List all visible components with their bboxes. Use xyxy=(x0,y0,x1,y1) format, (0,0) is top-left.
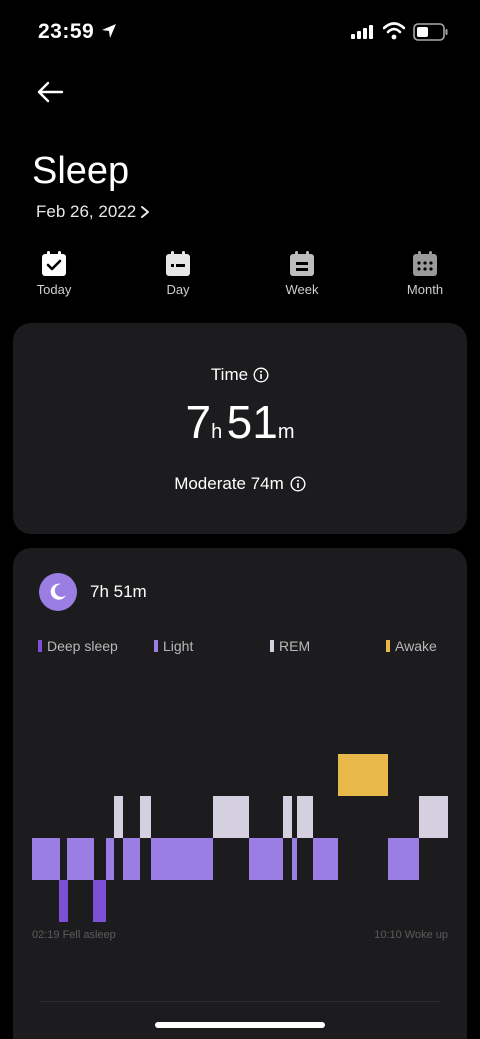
woke-up-label: 10:10 Woke up xyxy=(374,929,448,941)
status-bar: 23:59 xyxy=(0,0,480,64)
date-selector[interactable]: Feb 26, 2022 xyxy=(36,202,150,222)
total-sleep-duration: 7h 51m xyxy=(13,395,467,449)
battery-icon xyxy=(413,23,448,41)
time-heading: Time xyxy=(13,365,467,385)
light-segment xyxy=(249,838,283,880)
tab-today[interactable]: Today xyxy=(14,250,94,297)
light-segment xyxy=(123,838,140,880)
info-icon[interactable] xyxy=(290,476,306,492)
deep-segment xyxy=(59,880,68,922)
fell-asleep-label: 02:19 Fell asleep xyxy=(32,929,116,941)
light-segment xyxy=(106,838,114,880)
tab-label: Week xyxy=(285,282,319,297)
rem-segment xyxy=(213,796,249,838)
divider xyxy=(40,1001,440,1002)
rem-segment xyxy=(140,796,151,838)
chevron-right-icon xyxy=(141,206,150,218)
calendar-check-icon xyxy=(42,251,66,276)
hours-value: 7 xyxy=(185,396,212,448)
calendar-week-icon xyxy=(290,251,314,276)
light-segment xyxy=(292,838,297,880)
light-segment xyxy=(67,838,94,880)
sleep-time-card: Time 7h 51m Moderate 74m xyxy=(13,323,467,534)
status-time: 23:59 xyxy=(38,20,95,43)
moderate-label: Moderate 74m xyxy=(174,474,284,493)
light-segment xyxy=(151,838,213,880)
minutes-unit: m xyxy=(277,421,295,443)
calendar-month-icon xyxy=(413,251,437,276)
tab-label: Day xyxy=(166,282,190,297)
minutes-value: 51 xyxy=(226,396,278,448)
rem-segment xyxy=(114,796,123,838)
time-label: Time xyxy=(210,365,249,384)
light-segment xyxy=(313,838,338,880)
location-arrow-icon xyxy=(102,24,116,38)
tab-label: Today xyxy=(36,282,72,297)
wifi-icon xyxy=(383,22,405,40)
rem-segment xyxy=(283,796,292,838)
back-arrow-icon[interactable] xyxy=(34,78,66,106)
period-tabs: Today Day Week Month xyxy=(0,250,480,306)
calendar-day-icon xyxy=(166,251,190,276)
rem-segment xyxy=(419,796,448,838)
rem-segment xyxy=(297,796,313,838)
page-title: Sleep xyxy=(32,150,130,192)
awake-segment xyxy=(338,754,388,796)
info-icon[interactable] xyxy=(253,367,269,383)
date-label: Feb 26, 2022 xyxy=(36,202,137,221)
tab-day[interactable]: Day xyxy=(138,250,218,297)
tab-week[interactable]: Week xyxy=(262,250,342,297)
deep-segment xyxy=(93,880,106,922)
tab-label: Month xyxy=(406,282,444,297)
light-segment xyxy=(388,838,419,880)
home-indicator[interactable] xyxy=(155,1022,325,1028)
hours-unit: h xyxy=(211,421,223,443)
hypnogram-chart xyxy=(32,754,448,922)
sleep-stages-card: 7h 51m Deep sleep Light REM Awake 02:19 … xyxy=(13,548,467,1039)
light-segment xyxy=(32,838,60,880)
signal-icon xyxy=(351,25,373,39)
moderate-row: Moderate 74m xyxy=(13,474,467,494)
tab-month[interactable]: Month xyxy=(385,250,465,297)
